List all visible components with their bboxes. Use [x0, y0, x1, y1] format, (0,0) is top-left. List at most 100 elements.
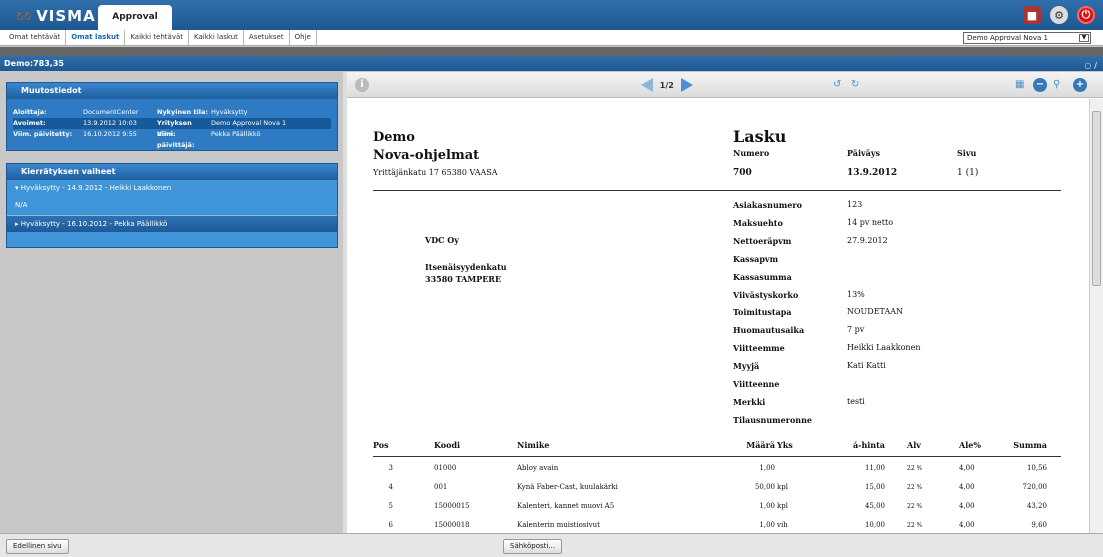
- info-v2: Demo Approval Nova 1: [211, 119, 287, 127]
- detail-value: 14 pv netto: [847, 217, 894, 227]
- info-v2: Hyväksytty: [211, 108, 248, 116]
- invoice-page: 1 (1): [957, 168, 979, 178]
- info-v2: Pekka Päällikkö: [211, 130, 261, 138]
- nav-tab-2[interactable]: Omat laskut: [66, 30, 126, 45]
- prev-page-icon[interactable]: [641, 78, 653, 92]
- info-v1: 13.9.2012 10:03: [83, 119, 137, 127]
- numero-label: Numero: [733, 148, 770, 158]
- document-viewer: i 1/2 ↺ ↻ ▦ − ⚲ + Demo Nova-ohjelmat Yri…: [347, 72, 1103, 533]
- detail-label: Maksuehto: [733, 217, 783, 228]
- cell-nimike: Kalenteri, kannet muovi A5: [517, 502, 615, 510]
- cell-pos: 5: [388, 502, 393, 510]
- approval-step-1[interactable]: ▾ Hyväksytty - 14.9.2012 - Heikki Laakko…: [7, 180, 337, 197]
- nav-tab-4[interactable]: Kaikki laskut: [189, 30, 244, 45]
- previous-page-button[interactable]: Edellinen sivu: [6, 539, 69, 554]
- invoice-document: Demo Nova-ohjelmat Yrittäjänkatu 17 6538…: [347, 99, 1089, 533]
- next-page-icon[interactable]: [680, 78, 693, 92]
- detail-label: Asiakasnumero: [733, 200, 802, 210]
- cell-pos: 4: [388, 483, 393, 491]
- muutostiedot-panel: Muutostiedot Aloittaja: DocumentCenter Nyk…: [6, 82, 338, 151]
- column-header: á-hinta: [852, 440, 885, 450]
- cell-yks: kpl: [777, 483, 788, 491]
- cell-maara: 1,00: [759, 502, 775, 510]
- cell-summa: 720,00: [1022, 483, 1048, 491]
- nav-tab-1[interactable]: Omat tehtävät: [4, 30, 67, 45]
- cell-summa: 9,60: [1031, 521, 1047, 529]
- gift-icon[interactable]: ■: [1023, 6, 1041, 24]
- detail-value: Heikki Laakkonen: [847, 343, 921, 353]
- nav-tab-5[interactable]: Asetukset: [244, 30, 290, 45]
- company-select[interactable]: Demo Approval Nova 1 ▼: [963, 32, 1091, 44]
- seller-name: Demo: [373, 130, 415, 145]
- app-tab-approval[interactable]: Approval: [98, 5, 172, 30]
- nav-bar: Omat tehtävät Omat laskut Kaikki tehtävät K…: [0, 30, 1103, 46]
- zoom-in-icon[interactable]: +: [1073, 77, 1087, 93]
- rotate-right-icon[interactable]: ↻: [851, 77, 859, 93]
- seller-company: Nova-ohjelmat: [373, 148, 480, 163]
- invoice-date: 13.9.2012: [847, 168, 898, 178]
- seller-address: Yrittäjänkatu 17 65380 VAASA: [373, 168, 498, 177]
- cell-ale: 4,00: [959, 521, 975, 529]
- approval-step-2[interactable]: ▸ Hyväksytty - 16.10.2012 - Pekka Päälli…: [7, 215, 337, 232]
- detail-value: NOUDETAAN: [847, 307, 904, 317]
- kierratys-title: Kierrätyksen vaiheet: [7, 164, 337, 180]
- info-l2: Nykyinen tila:: [157, 108, 208, 116]
- document-title-bar: Demo:783,35 ○ ∕: [0, 56, 1103, 71]
- detail-label: Viivästyskorko: [733, 289, 799, 300]
- column-header: Nimike: [517, 440, 550, 450]
- chevron-down-icon[interactable]: ▼: [1079, 34, 1089, 42]
- detail-value: 123: [847, 200, 863, 209]
- cell-hinta: 15,00: [864, 483, 885, 491]
- nav-tab-3[interactable]: Kaikki tehtävät: [125, 30, 190, 45]
- cell-nimike: Kalenterin muistiosivut: [517, 521, 600, 529]
- fit-page-icon[interactable]: ▦: [1015, 77, 1024, 93]
- cell-alv: 22 %: [907, 503, 923, 510]
- column-header: Ale%: [959, 440, 981, 450]
- swoosh-icon: ➿: [16, 10, 34, 25]
- users-settings-icon[interactable]: ⚙: [1050, 6, 1068, 24]
- search-icon[interactable]: ⚲: [1053, 77, 1060, 93]
- nav-tab-6[interactable]: Ohje: [290, 30, 317, 45]
- cell-alv: 22 %: [907, 522, 923, 529]
- detail-value: Kati Katti: [847, 361, 886, 371]
- cell-alv: 22 %: [907, 484, 923, 491]
- buyer-city: 33580 TAMPERE: [425, 274, 502, 284]
- cell-ale: 4,00: [959, 464, 975, 472]
- detail-label: Huomautusaika: [733, 325, 805, 336]
- info-v1: DocumentCenter: [83, 108, 139, 116]
- email-button[interactable]: Sähköposti...: [503, 539, 562, 554]
- page-navigator: 1/2: [641, 78, 693, 92]
- info-l1: Avoimet:: [13, 119, 46, 127]
- buyer-name: VDC Oy: [425, 235, 459, 245]
- cell-ale: 4,00: [959, 502, 975, 510]
- cell-koodi: 15000018: [434, 521, 470, 529]
- panel-controls-icon[interactable]: ○ ∕: [1084, 58, 1097, 73]
- scrollbar-thumb[interactable]: [1092, 111, 1101, 286]
- power-icon[interactable]: ⏻: [1077, 6, 1095, 24]
- cell-ale: 4,00: [959, 483, 975, 491]
- rotate-left-icon[interactable]: ↺: [833, 77, 841, 93]
- info-row: Aloittaja: DocumentCenter Nykyinen tila: Hy…: [13, 107, 331, 118]
- cell-koodi: 001: [434, 483, 448, 491]
- info-l2: Yrityksen nimi:: [157, 119, 192, 138]
- info-l2: Viim. päivittäjä:: [157, 130, 195, 149]
- info-l1: Viim. päivitetty:: [13, 130, 73, 138]
- cell-hinta: 10,00: [864, 521, 885, 529]
- cell-yks: vih: [777, 521, 788, 529]
- cell-nimike: Kynä Faber-Cast, kuulakärki: [517, 483, 618, 491]
- detail-label: Merkki: [733, 396, 766, 407]
- column-header: Yks: [777, 440, 793, 450]
- vertical-scrollbar[interactable]: [1089, 99, 1103, 533]
- cell-maara: 1,00: [759, 521, 775, 529]
- detail-value: 13%: [847, 289, 865, 299]
- visma-logo[interactable]: ➿ VISMA: [16, 7, 96, 25]
- cell-yks: kpl: [777, 502, 788, 510]
- zoom-out-icon[interactable]: −: [1033, 77, 1047, 93]
- info-row: Viim. päivitetty: 16.10.2012 9:55 Viim. pä…: [13, 129, 331, 149]
- info-icon[interactable]: i: [355, 77, 369, 93]
- cell-hinta: 11,00: [864, 464, 885, 472]
- invoice-number: 700: [733, 168, 752, 178]
- cell-alv: 22 %: [907, 465, 923, 472]
- column-header: Pos: [373, 440, 389, 450]
- detail-label: Tilausnumeronne: [733, 414, 812, 425]
